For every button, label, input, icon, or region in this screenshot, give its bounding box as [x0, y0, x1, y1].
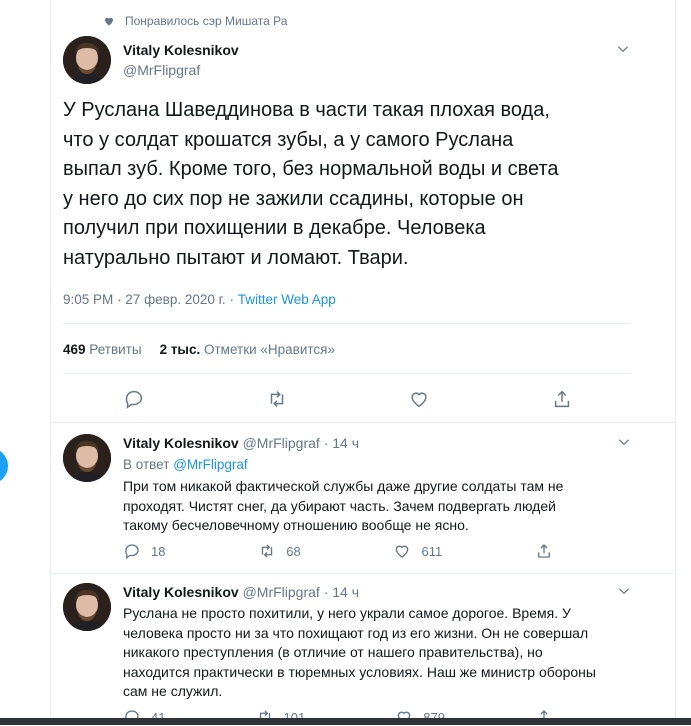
retweets-label: Ретвиты [89, 342, 142, 357]
divider [51, 573, 675, 574]
reply-text: Руслана не просто похитили, у него украл… [123, 604, 623, 702]
reply-text-line: человека просто ни за что похищают год и… [123, 624, 589, 641]
tweet-meta: 9:05 PM · 27 февр. 2020 г. · Twitter Web… [63, 292, 336, 307]
share-icon [538, 544, 550, 558]
reply-actions: 18 68 611 [123, 542, 553, 560]
retweets-stat[interactable]: 469 Ретвиты [63, 342, 142, 357]
retweet-icon [262, 544, 273, 558]
tweet-time[interactable]: 9:05 PM [63, 292, 113, 307]
chevron-down-icon[interactable] [617, 435, 631, 449]
tweet-date[interactable]: 27 февр. 2020 г. [125, 292, 225, 307]
tweet-text-line: выпал зуб. Кроме того, без нормальной во… [63, 158, 559, 180]
reply-header: Vitaly Kolesnikov @MrFlipgraf · 14 ч [123, 584, 360, 600]
avatar[interactable] [63, 36, 111, 84]
like-count: 611 [421, 543, 443, 559]
likes-label: Отметки «Нравится» [204, 342, 335, 357]
share-icon[interactable] [551, 388, 573, 410]
retweets-count: 469 [63, 342, 86, 357]
avatar-photo [63, 583, 111, 631]
like-button[interactable]: 611 [393, 542, 442, 560]
timeline-column: Понравилось сэр Мишата Ра Vitaly Kolesni… [50, 0, 676, 726]
reply-count: 18 [151, 543, 166, 559]
reply-text-line: Руслана не просто похитили, у него украл… [123, 605, 571, 621]
retweet-icon[interactable] [266, 388, 288, 410]
avatar[interactable] [63, 583, 111, 631]
tweet-text-line: что у солдат крошатся зубы, а у самого Р… [63, 128, 514, 151]
divider [51, 422, 675, 423]
reply-icon [125, 544, 139, 560]
reply-text-line: сам не служил. [123, 683, 223, 699]
author-name[interactable]: Vitaly Kolesnikov [123, 42, 239, 58]
tweet-stats: 469 Ретвиты 2 тыс. Отметки «Нравится» [63, 342, 335, 357]
tweet-actions [123, 388, 573, 410]
reply-time[interactable]: 14 ч [332, 584, 359, 600]
reply-text-line: проходят. Чистят снег, да убирают часть.… [123, 497, 556, 514]
reply-icon[interactable] [123, 388, 145, 410]
chevron-down-icon[interactable] [617, 584, 631, 598]
reply-author-handle[interactable]: @MrFlipgraf [243, 435, 320, 451]
reply-author-name[interactable]: Vitaly Kolesnikov [123, 435, 239, 451]
avatar-photo [63, 36, 111, 84]
reply-author-handle[interactable]: @MrFlipgraf [243, 584, 320, 600]
tweet-app-link[interactable]: Twitter Web App [238, 292, 336, 307]
reply-author-name[interactable]: Vitaly Kolesnikov [123, 584, 239, 600]
share-button[interactable] [535, 542, 553, 560]
taskbar-edge [0, 718, 691, 725]
chevron-down-icon[interactable] [616, 42, 630, 56]
reply-text-line: При том никакой фактической службы даже … [123, 478, 564, 494]
likes-stat[interactable]: 2 тыс. Отметки «Нравится» [160, 342, 335, 357]
tweet-text-line: у него до сих пор не зажили ссадины, кот… [63, 187, 524, 210]
author-handle[interactable]: @MrFlipgraf [123, 62, 200, 78]
reply-to: В ответ @MrFlipgraf [123, 457, 248, 472]
retweet-button[interactable]: 68 [258, 542, 301, 560]
reply-text-line: такому бесчеловечному отношению вообще н… [123, 517, 469, 533]
reply-to-handle[interactable]: @MrFlipgraf [173, 457, 247, 472]
avatar[interactable] [63, 434, 111, 482]
avatar-photo [63, 434, 111, 482]
divider [63, 373, 631, 374]
reply-text-line: находится практически в тюремных условия… [123, 663, 596, 680]
tweet-text-line: получил при похищении в декабре. Человек… [63, 217, 486, 239]
social-context-text: Понравилось сэр Мишата Ра [125, 14, 288, 28]
like-icon[interactable] [408, 388, 430, 410]
reply-header: Vitaly Kolesnikov @MrFlipgraf · 14 ч [123, 435, 360, 451]
reply-text: При том никакой фактической службы даже … [123, 477, 603, 536]
reply-to-label: В ответ [123, 457, 170, 472]
reply-time[interactable]: 14 ч [332, 435, 359, 451]
heart-icon [105, 17, 113, 26]
social-context: Понравилось сэр Мишата Ра [103, 14, 287, 28]
tweet-text-line: У Руслана Шаведдинова в части такая плох… [63, 99, 550, 121]
likes-count: 2 тыс. [159, 342, 201, 357]
divider [63, 323, 631, 324]
reply-button[interactable]: 18 [123, 542, 165, 560]
right-background [676, 0, 691, 725]
retweet-count: 68 [286, 543, 301, 559]
reply-text-line: никакого преступления (в отличие от наше… [123, 644, 543, 660]
tweet-text-line: натурально пытают и ломают. Твари. [63, 246, 409, 269]
left-background [0, 0, 50, 725]
like-icon [396, 545, 409, 558]
tweet-text: У Руслана Шаведдинова в части такая плох… [63, 96, 663, 273]
